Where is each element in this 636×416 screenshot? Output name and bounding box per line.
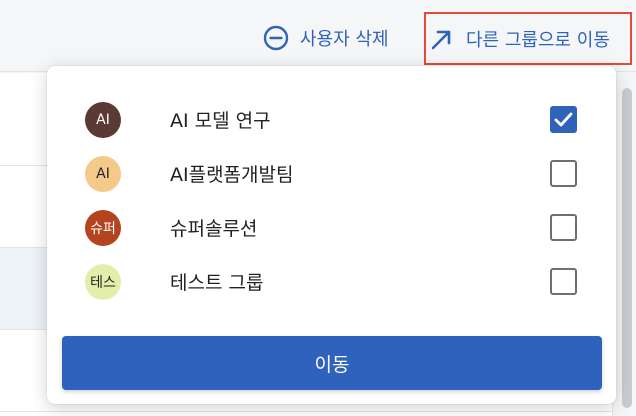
- group-item[interactable]: AI AI플랫폼개발팀: [47, 146, 616, 200]
- group-item[interactable]: 테스 테스트 그룹: [47, 254, 616, 308]
- delete-user-label: 사용자 삭제: [300, 29, 389, 50]
- list-divider: [0, 411, 636, 412]
- group-avatar: AI: [85, 156, 121, 192]
- toolbar: 사용자 삭제 다른 그룹으로 이동: [0, 0, 636, 72]
- group-checkbox[interactable]: [550, 214, 577, 241]
- group-avatar-text: AI: [96, 166, 110, 182]
- group-avatar: 슈퍼: [85, 210, 121, 246]
- group-checkbox[interactable]: [550, 106, 577, 133]
- group-name: AI 모델 연구: [170, 110, 271, 132]
- minus-circle-icon: [262, 24, 290, 52]
- group-avatar-text: 슈퍼: [90, 221, 116, 237]
- group-name: 테스트 그룹: [170, 272, 264, 294]
- group-select-dropdown: AI AI 모델 연구 AI AI플랫폼개발팀 슈퍼 슈퍼솔루션 테스 테스트 …: [47, 66, 616, 404]
- delete-user-button[interactable]: 사용자 삭제: [262, 14, 389, 62]
- group-name: 슈퍼솔루션: [170, 218, 258, 240]
- checkmark-icon: [554, 112, 573, 127]
- group-name: AI플랫폼개발팀: [170, 164, 294, 186]
- group-avatar-text: AI: [96, 112, 110, 128]
- move-to-group-label: 다른 그룹으로 이동: [466, 29, 610, 51]
- move-button-label: 이동: [314, 353, 350, 376]
- group-checkbox[interactable]: [550, 268, 577, 295]
- group-avatar-text: 테스: [90, 275, 116, 291]
- group-avatar: AI: [85, 102, 121, 138]
- move-to-group-button[interactable]: 다른 그룹으로 이동: [424, 12, 632, 65]
- group-checkbox[interactable]: [550, 160, 577, 187]
- scrollbar-thumb[interactable]: [622, 88, 632, 408]
- arrow-up-right-icon: [428, 25, 456, 53]
- group-avatar: 테스: [85, 264, 121, 300]
- group-item[interactable]: 슈퍼 슈퍼솔루션: [47, 200, 616, 254]
- group-item[interactable]: AI AI 모델 연구: [47, 92, 616, 146]
- move-button[interactable]: 이동: [62, 336, 602, 390]
